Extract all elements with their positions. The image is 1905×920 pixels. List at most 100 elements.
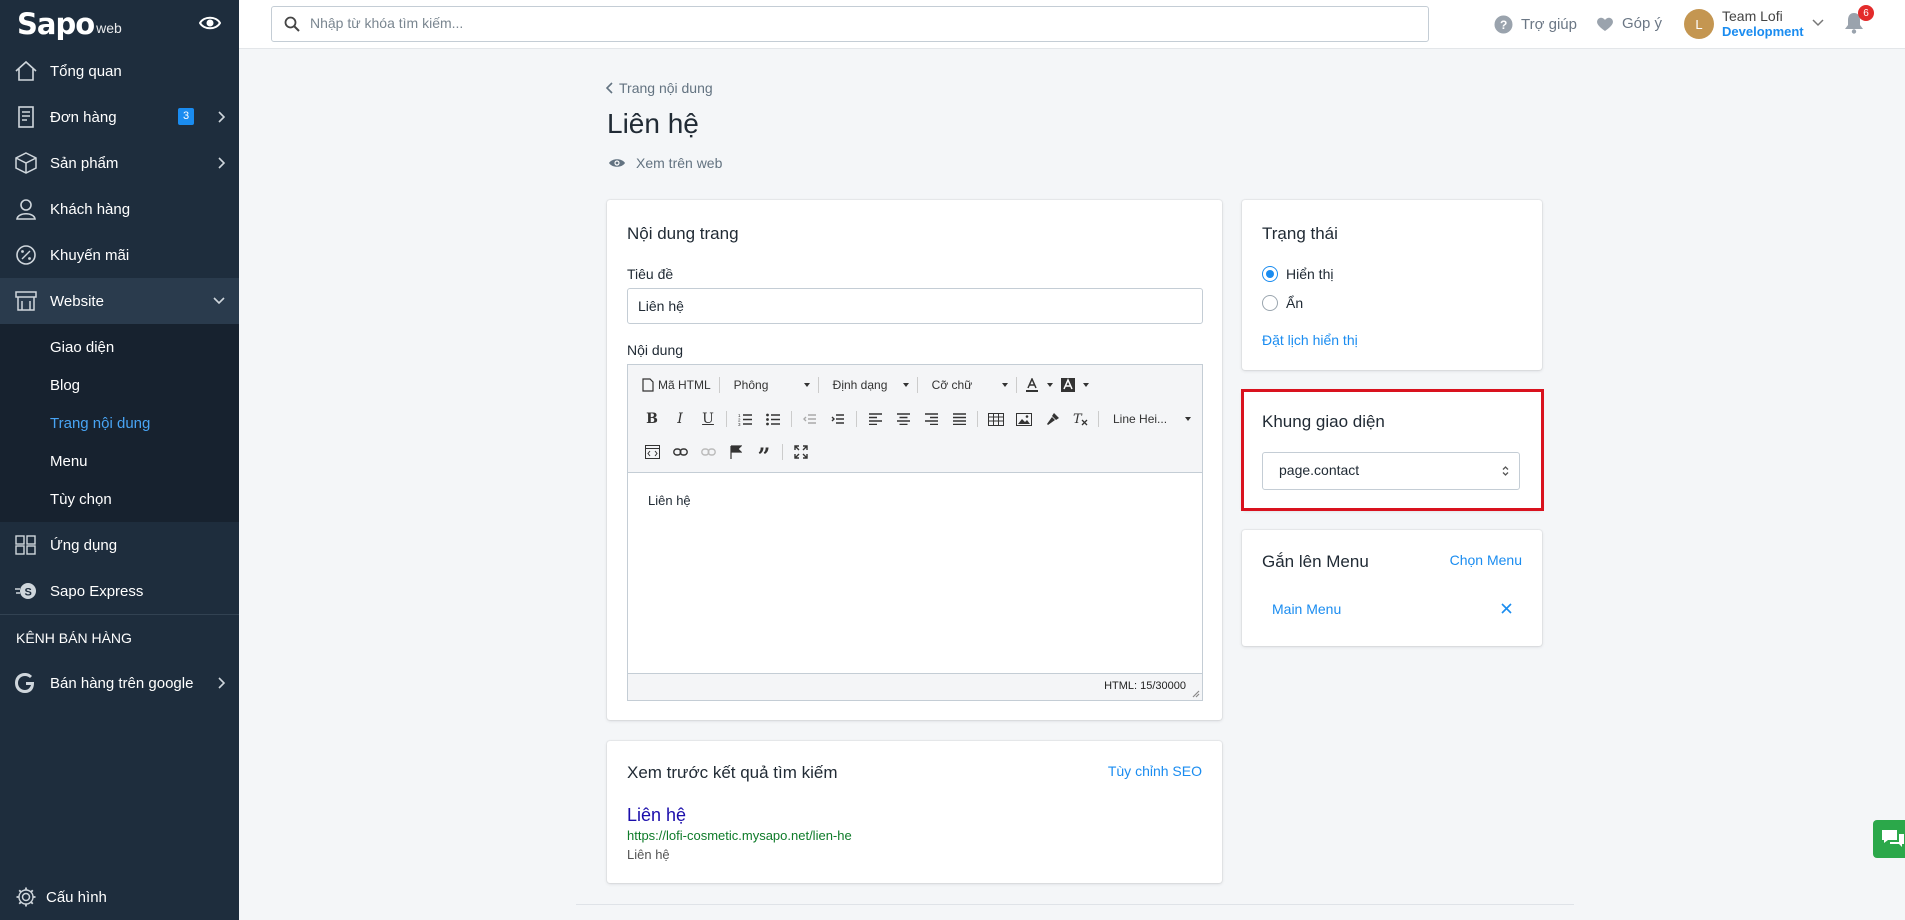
title-label: Tiêu đề <box>627 266 674 282</box>
align-left-icon[interactable] <box>861 406 889 432</box>
sidebar-item-settings[interactable]: Cấu hình <box>0 874 239 920</box>
underline-icon[interactable]: U <box>694 406 722 432</box>
gear-icon <box>14 886 38 908</box>
avatar[interactable]: L <box>1684 9 1714 39</box>
align-center-icon[interactable] <box>889 406 917 432</box>
seo-preview-description: Liên hệ <box>627 847 670 862</box>
unlink-icon[interactable] <box>694 439 722 465</box>
format-painter-icon[interactable] <box>1038 406 1066 432</box>
indent-icon[interactable] <box>824 406 852 432</box>
source-code-icon[interactable] <box>638 439 666 465</box>
sidebar-bottom: Cấu hình <box>0 874 239 920</box>
eye-icon[interactable] <box>199 15 221 31</box>
outdent-icon[interactable] <box>796 406 824 432</box>
seo-card-title: Xem trước kết quả tìm kiếm <box>627 763 838 782</box>
visibility-show-radio[interactable]: Hiển thị <box>1262 266 1333 282</box>
customize-seo-link[interactable]: Tùy chỉnh SEO <box>1108 763 1202 779</box>
image-icon[interactable] <box>1010 406 1038 432</box>
sidebar-item-apps[interactable]: Ứng dụng <box>0 522 239 568</box>
sidebar-item-products[interactable]: Sản phẩm <box>0 140 239 186</box>
toolbar-row-2: B I U 123 T Line Hei... <box>638 406 1195 432</box>
google-icon <box>14 672 38 694</box>
search-input[interactable] <box>310 15 1410 31</box>
logo-sub: web <box>96 20 122 36</box>
sidebar-item-label: Sản phẩm <box>50 154 119 172</box>
chevron-left-icon <box>606 82 613 94</box>
choose-menu-link[interactable]: Chọn Menu <box>1450 552 1522 568</box>
resize-handle-icon[interactable] <box>1191 689 1200 698</box>
search-box[interactable] <box>271 6 1429 42</box>
website-subnav: Giao diện Blog Trang nội dung Menu Tùy c… <box>0 324 239 522</box>
font-size-dropdown[interactable]: Cỡ chữ <box>922 372 1012 398</box>
align-justify-icon[interactable] <box>945 406 973 432</box>
chevron-down-icon[interactable] <box>1812 19 1824 27</box>
sidebar-item-website[interactable]: Website <box>0 278 239 324</box>
feedback-link[interactable]: Góp ý <box>1596 15 1662 32</box>
schedule-display-link[interactable]: Đặt lịch hiển thị <box>1262 332 1358 348</box>
bulleted-list-icon[interactable] <box>759 406 787 432</box>
link-icon[interactable] <box>666 439 694 465</box>
text-color-button[interactable] <box>1021 372 1057 398</box>
sidebar-item-sapo-express[interactable]: S Sapo Express <box>0 568 239 614</box>
content-card: Nội dung trang Tiêu đề Liên hệ Nội dung … <box>607 200 1222 720</box>
sapo-web-logo[interactable]: Sapo web <box>0 0 239 48</box>
separator <box>718 377 720 393</box>
caret-down-icon <box>1185 417 1191 421</box>
title-field[interactable]: Liên hệ <box>627 288 1203 324</box>
radio-unchecked-icon <box>1262 295 1278 311</box>
sidebar-item-google-sales[interactable]: Bán hàng trên google <box>0 660 239 706</box>
sidebar-item-overview[interactable]: Tổng quan <box>0 48 239 94</box>
toolbar-row-1: Mã HTML Phông Định dạng Cỡ chữ <box>638 372 1093 398</box>
table-icon[interactable] <box>982 406 1010 432</box>
align-right-icon[interactable] <box>917 406 945 432</box>
view-on-web-link[interactable]: Xem trên web <box>608 155 722 171</box>
italic-icon[interactable]: I <box>666 406 694 432</box>
subnav-item-theme[interactable]: Giao diện <box>0 328 239 366</box>
home-icon <box>14 60 38 82</box>
background-color-button[interactable] <box>1057 372 1093 398</box>
blockquote-icon[interactable]: ” <box>750 439 778 470</box>
separator <box>1015 377 1017 393</box>
sidebar-item-label: Cấu hình <box>46 888 107 906</box>
status-card: Trạng thái Hiển thị Ẩn Đặt lịch hiển thị <box>1242 200 1542 370</box>
bold-icon[interactable]: B <box>638 406 666 432</box>
sidebar-item-orders[interactable]: Đơn hàng 3 <box>0 94 239 140</box>
subnav-item-blog[interactable]: Blog <box>0 366 239 404</box>
numbered-list-icon[interactable]: 123 <box>731 406 759 432</box>
visibility-hide-radio[interactable]: Ẩn <box>1262 295 1303 311</box>
sidebar-item-label: Đơn hàng <box>50 108 117 126</box>
sidebar-item-customers[interactable]: Khách hàng <box>0 186 239 232</box>
heart-icon <box>1596 16 1614 32</box>
toolbar-row-3: ” <box>638 439 815 470</box>
caret-down-icon <box>1082 383 1089 387</box>
help-link[interactable]: ? Trợ giúp <box>1494 15 1577 34</box>
sidebar: Sapo web Tổng quan Đơn hàng 3 Sản phẩm K… <box>0 0 239 920</box>
breadcrumb[interactable]: Trang nội dung <box>606 80 713 96</box>
editor-body[interactable]: Liên hệ <box>628 473 1202 675</box>
seo-preview-title: Liên hệ <box>627 805 687 825</box>
line-height-dropdown[interactable]: Line Hei... <box>1103 406 1195 432</box>
attached-menu-item[interactable]: Main Menu <box>1272 601 1341 617</box>
subnav-item-options[interactable]: Tùy chọn <box>0 480 239 518</box>
chat-widget-button[interactable] <box>1873 820 1905 858</box>
account-menu[interactable]: Team Lofi Development <box>1722 8 1804 40</box>
help-label: Trợ giúp <box>1521 16 1577 33</box>
rich-text-editor: Mã HTML Phông Định dạng Cỡ chữ B I U 123 <box>627 364 1203 701</box>
font-dropdown[interactable]: Phông <box>724 372 814 398</box>
html-source-button[interactable]: Mã HTML <box>638 372 715 398</box>
subnav-item-pages[interactable]: Trang nội dung <box>0 404 239 442</box>
page-title: Liên hệ <box>607 108 699 139</box>
close-icon[interactable] <box>1501 603 1512 614</box>
notifications-button[interactable]: 6 <box>1844 5 1874 34</box>
help-circle-icon: ? <box>1494 15 1513 34</box>
clear-formatting-icon[interactable]: T <box>1066 406 1094 432</box>
text-color-icon <box>1025 378 1039 392</box>
editor-status-bar: HTML: 15/30000 <box>628 673 1202 700</box>
subnav-item-menu[interactable]: Menu <box>0 442 239 480</box>
fullscreen-icon[interactable] <box>787 439 815 465</box>
search-icon <box>284 16 300 32</box>
sidebar-item-promotions[interactable]: Khuyến mãi <box>0 232 239 278</box>
flag-anchor-icon[interactable] <box>722 439 750 465</box>
format-dropdown[interactable]: Định dạng <box>823 372 913 398</box>
breadcrumb-label: Trang nội dung <box>619 80 713 96</box>
